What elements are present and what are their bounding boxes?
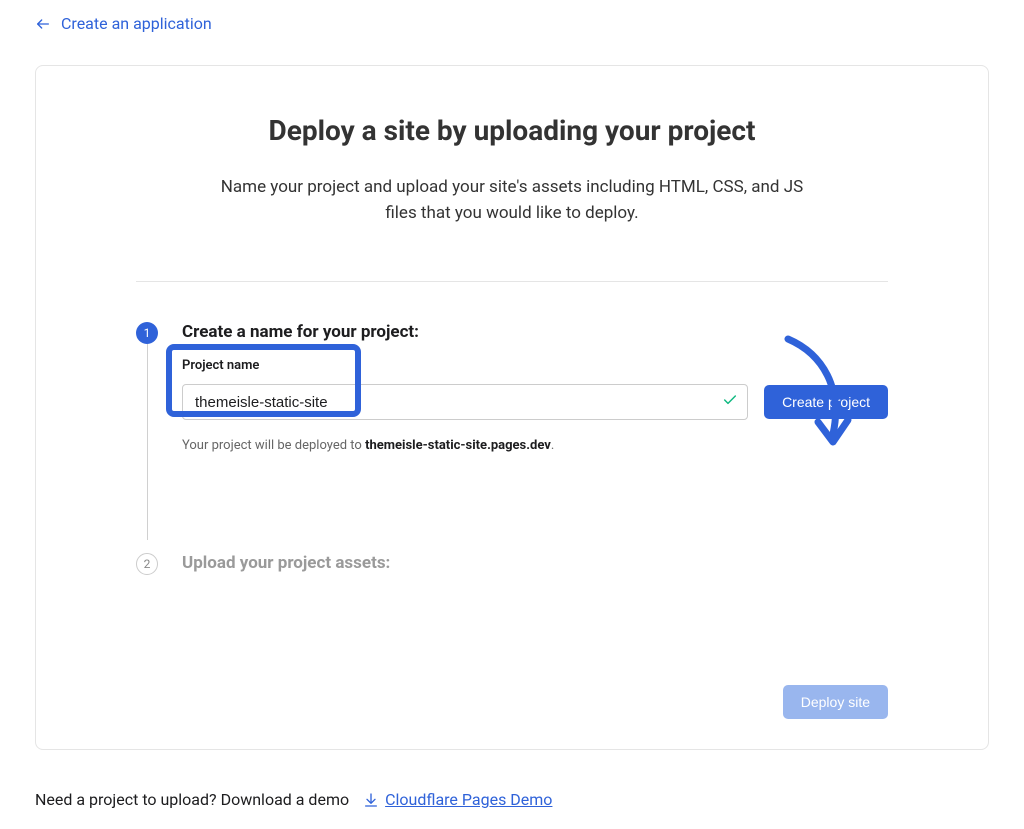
step-1: 1 Create a name for your project: Projec… xyxy=(136,322,888,553)
divider xyxy=(136,281,888,282)
deploy-site-button[interactable]: Deploy site xyxy=(783,685,888,719)
arrow-left-icon xyxy=(35,16,51,32)
demo-download-link[interactable]: Cloudflare Pages Demo xyxy=(363,790,552,809)
create-project-button[interactable]: Create project xyxy=(764,385,888,419)
step-1-title: Create a name for your project: xyxy=(182,322,888,342)
project-name-input[interactable] xyxy=(182,384,748,420)
back-link[interactable]: Create an application xyxy=(0,0,1024,47)
back-link-text: Create an application xyxy=(61,14,212,33)
demo-prompt: Need a project to upload? Download a dem… xyxy=(35,790,349,809)
deploy-domain-help: Your project will be deployed to themeis… xyxy=(182,438,888,453)
step-2-number: 2 xyxy=(136,553,158,575)
project-name-label: Project name xyxy=(182,358,888,373)
demo-link-text: Cloudflare Pages Demo xyxy=(385,790,552,809)
download-icon xyxy=(363,792,379,808)
step-connector xyxy=(147,344,148,540)
page-subtitle: Name your project and upload your site's… xyxy=(212,175,812,226)
step-1-number: 1 xyxy=(136,322,158,344)
steps-container: 1 Create a name for your project: Projec… xyxy=(101,322,923,575)
checkmark-icon xyxy=(722,392,738,412)
step-2: 2 Upload your project assets: xyxy=(136,553,888,575)
demo-footer: Need a project to upload? Download a dem… xyxy=(0,750,1024,829)
main-card: Deploy a site by uploading your project … xyxy=(35,65,989,750)
step-2-title: Upload your project assets: xyxy=(182,553,888,573)
page-title: Deploy a site by uploading your project xyxy=(101,114,923,147)
footer-actions: Deploy site xyxy=(101,685,923,719)
